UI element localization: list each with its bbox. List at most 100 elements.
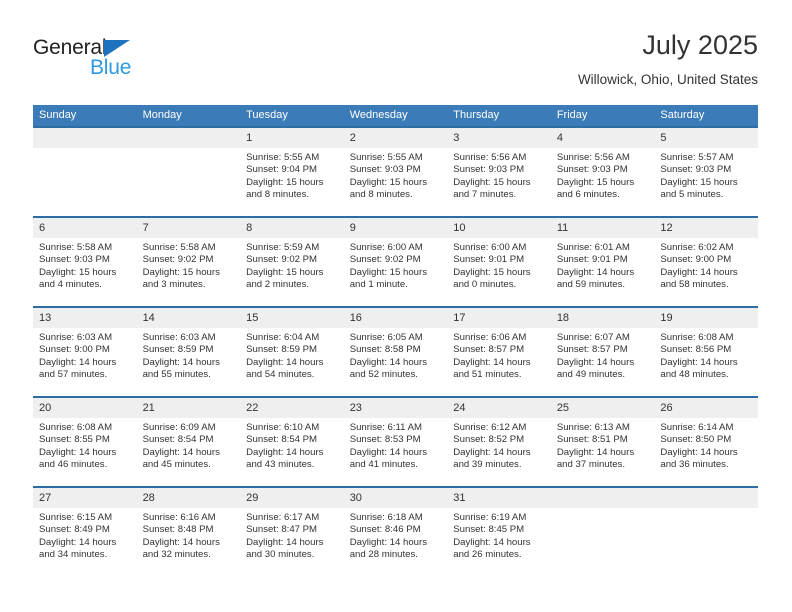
calendar-day-cell[interactable]: 7 Sunrise: 5:58 AM Sunset: 9:02 PM Daylight…	[136, 216, 241, 307]
calendar-day-cell[interactable]: 22 Sunrise: 6:10 AM Sunset: 8:54 PM Dayligh…	[240, 396, 344, 487]
sunset-text: Sunset: 9:03 PM	[349, 164, 421, 176]
day-number	[654, 488, 758, 508]
sunset-text: Sunset: 9:01 PM	[453, 254, 525, 266]
calendar-empty-cell	[136, 126, 241, 217]
sunrise-text: Sunrise: 6:18 AM	[349, 512, 423, 523]
calendar-day-cell[interactable]: 13 Sunrise: 6:03 AM Sunset: 9:00 PM Dayligh…	[33, 306, 137, 397]
day-number: 29	[240, 488, 344, 508]
weekday-header-monday: Monday	[136, 105, 241, 127]
day-number: 25	[550, 398, 655, 418]
calendar-day-cell[interactable]: 18 Sunrise: 6:07 AM Sunset: 8:57 PM Dayligh…	[550, 306, 655, 397]
calendar-day-cell[interactable]: 26 Sunrise: 6:14 AM Sunset: 8:50 PM Dayligh…	[654, 396, 758, 487]
generalblue-logo[interactable]: General Blue	[33, 36, 233, 79]
day-number: 9	[343, 218, 448, 238]
daylight-text: Daylight: 15 hours and 7 minutes.	[453, 176, 531, 200]
sunset-text: Sunset: 8:51 PM	[556, 434, 628, 446]
day-number	[550, 488, 655, 508]
calendar-day-cell[interactable]: 10 Sunrise: 6:00 AM Sunset: 9:01 PM Dayligh…	[447, 216, 551, 307]
daylight-text: Daylight: 14 hours and 43 minutes.	[246, 446, 324, 470]
calendar-day-cell[interactable]: 20 Sunrise: 6:08 AM Sunset: 8:55 PM Dayligh…	[33, 396, 137, 487]
calendar-day-cell[interactable]: 28 Sunrise: 6:16 AM Sunset: 8:48 PM Dayligh…	[136, 486, 241, 576]
calendar-day-cell[interactable]: 30 Sunrise: 6:18 AM Sunset: 8:46 PM Dayligh…	[343, 486, 448, 576]
day-number: 4	[550, 128, 655, 148]
day-number: 7	[136, 218, 241, 238]
sunset-text: Sunset: 9:00 PM	[660, 254, 732, 266]
calendar-day-cell[interactable]: 9 Sunrise: 6:00 AM Sunset: 9:02 PM Daylight…	[343, 216, 448, 307]
sunset-text: Sunset: 8:49 PM	[39, 524, 110, 536]
daylight-text: Daylight: 14 hours and 37 minutes.	[556, 446, 635, 470]
day-details: Sunrise: 5:58 AM Sunset: 9:02 PM Daylight:…	[137, 238, 241, 291]
calendar-day-cell[interactable]: 31 Sunrise: 6:19 AM Sunset: 8:45 PM Dayligh…	[447, 486, 551, 576]
sunset-text: Sunset: 8:46 PM	[349, 524, 421, 536]
sunrise-text: Sunrise: 6:13 AM	[556, 422, 630, 433]
calendar-day-cell[interactable]: 14 Sunrise: 6:03 AM Sunset: 8:59 PM Dayligh…	[136, 306, 241, 397]
day-details: Sunrise: 6:01 AM Sunset: 9:01 PM Daylight:…	[551, 238, 655, 291]
day-number: 31	[447, 488, 551, 508]
day-number: 14	[136, 308, 241, 328]
calendar-day-cell[interactable]: 27 Sunrise: 6:15 AM Sunset: 8:49 PM Dayligh…	[33, 486, 137, 576]
day-details: Sunrise: 6:19 AM Sunset: 8:45 PM Daylight:…	[447, 508, 551, 561]
calendar-day-cell[interactable]: 3 Sunrise: 5:56 AM Sunset: 9:03 PM Daylight…	[447, 126, 551, 217]
calendar-day-cell[interactable]: 2 Sunrise: 5:55 AM Sunset: 9:03 PM Daylight…	[343, 126, 448, 217]
calendar-day-cell[interactable]: 23 Sunrise: 6:11 AM Sunset: 8:53 PM Dayligh…	[343, 396, 448, 487]
calendar-day-cell[interactable]: 5 Sunrise: 5:57 AM Sunset: 9:03 PM Daylight…	[654, 126, 758, 217]
calendar-day-cell[interactable]: 6 Sunrise: 5:58 AM Sunset: 9:03 PM Daylight…	[33, 216, 137, 307]
day-number: 27	[33, 488, 137, 508]
sunrise-text: Sunrise: 5:58 AM	[142, 242, 216, 253]
calendar-day-cell[interactable]: 1 Sunrise: 5:55 AM Sunset: 9:04 PM Daylight…	[240, 126, 344, 217]
daylight-text: Daylight: 14 hours and 34 minutes.	[39, 536, 117, 560]
sunset-text: Sunset: 8:54 PM	[246, 434, 318, 446]
sunset-text: Sunset: 8:56 PM	[660, 344, 732, 356]
sunset-text: Sunset: 9:02 PM	[142, 254, 214, 266]
daylight-text: Daylight: 14 hours and 45 minutes.	[142, 446, 220, 470]
calendar-day-cell[interactable]: 4 Sunrise: 5:56 AM Sunset: 9:03 PM Daylight…	[550, 126, 655, 217]
sunset-text: Sunset: 8:57 PM	[556, 344, 628, 356]
day-number: 19	[654, 308, 758, 328]
calendar-day-cell[interactable]: 16 Sunrise: 6:05 AM Sunset: 8:58 PM Dayligh…	[343, 306, 448, 397]
sunrise-text: Sunrise: 5:56 AM	[556, 152, 630, 163]
sunrise-text: Sunrise: 6:01 AM	[556, 242, 630, 253]
weekday-header-saturday: Saturday	[654, 105, 758, 127]
calendar-week-row: 6 Sunrise: 5:58 AM Sunset: 9:03 PM Daylight…	[33, 216, 758, 307]
calendar-day-cell[interactable]: 29 Sunrise: 6:17 AM Sunset: 8:47 PM Dayligh…	[240, 486, 344, 576]
day-number: 17	[447, 308, 551, 328]
calendar-day-cell[interactable]: 24 Sunrise: 6:12 AM Sunset: 8:52 PM Dayligh…	[447, 396, 551, 487]
calendar-day-cell[interactable]: 21 Sunrise: 6:09 AM Sunset: 8:54 PM Dayligh…	[136, 396, 241, 487]
day-details: Sunrise: 6:03 AM Sunset: 8:59 PM Daylight:…	[137, 328, 241, 381]
daylight-text: Daylight: 14 hours and 59 minutes.	[556, 266, 635, 290]
sunrise-text: Sunrise: 6:08 AM	[39, 422, 113, 433]
calendar-day-cell[interactable]: 25 Sunrise: 6:13 AM Sunset: 8:51 PM Dayligh…	[550, 396, 655, 487]
daylight-text: Daylight: 14 hours and 54 minutes.	[246, 356, 324, 380]
sunrise-text: Sunrise: 6:12 AM	[453, 422, 527, 433]
calendar-day-cell[interactable]: 12 Sunrise: 6:02 AM Sunset: 9:00 PM Dayligh…	[654, 216, 758, 307]
day-details: Sunrise: 6:00 AM Sunset: 9:02 PM Daylight:…	[344, 238, 448, 291]
calendar-day-cell[interactable]: 15 Sunrise: 6:04 AM Sunset: 8:59 PM Dayligh…	[240, 306, 344, 397]
day-number: 12	[654, 218, 758, 238]
day-details: Sunrise: 6:11 AM Sunset: 8:53 PM Daylight:…	[344, 418, 448, 471]
sunrise-text: Sunrise: 6:19 AM	[453, 512, 527, 523]
day-number: 18	[550, 308, 655, 328]
day-details: Sunrise: 6:18 AM Sunset: 8:46 PM Daylight:…	[344, 508, 448, 561]
page-subtitle: Willowick, Ohio, United States	[577, 72, 758, 87]
day-number: 24	[447, 398, 551, 418]
daylight-text: Daylight: 15 hours and 4 minutes.	[39, 266, 117, 290]
calendar-day-cell[interactable]: 17 Sunrise: 6:06 AM Sunset: 8:57 PM Dayligh…	[447, 306, 551, 397]
calendar-day-cell[interactable]: 8 Sunrise: 5:59 AM Sunset: 9:02 PM Daylight…	[240, 216, 344, 307]
sunrise-text: Sunrise: 6:07 AM	[556, 332, 630, 343]
weekday-header-thursday: Thursday	[447, 105, 551, 127]
daylight-text: Daylight: 15 hours and 1 minute.	[349, 266, 428, 290]
day-number: 16	[343, 308, 448, 328]
sunrise-text: Sunrise: 5:59 AM	[246, 242, 320, 253]
sunrise-text: Sunrise: 6:17 AM	[246, 512, 320, 523]
calendar-page: General Blue July 2025 Willowick, Ohio, …	[0, 0, 792, 612]
day-details: Sunrise: 6:10 AM Sunset: 8:54 PM Daylight:…	[240, 418, 344, 471]
sunset-text: Sunset: 8:53 PM	[349, 434, 421, 446]
sunrise-text: Sunrise: 6:11 AM	[349, 422, 423, 433]
weekday-header-sunday: Sunday	[33, 105, 137, 127]
calendar-day-cell[interactable]: 19 Sunrise: 6:08 AM Sunset: 8:56 PM Dayligh…	[654, 306, 758, 397]
sunset-text: Sunset: 9:01 PM	[556, 254, 628, 266]
calendar-day-cell[interactable]: 11 Sunrise: 6:01 AM Sunset: 9:01 PM Dayligh…	[550, 216, 655, 307]
weekday-header-tuesday: Tuesday	[240, 105, 344, 127]
logo-triangle-icon	[104, 40, 131, 57]
page-header: General Blue July 2025 Willowick, Ohio, …	[33, 28, 758, 98]
